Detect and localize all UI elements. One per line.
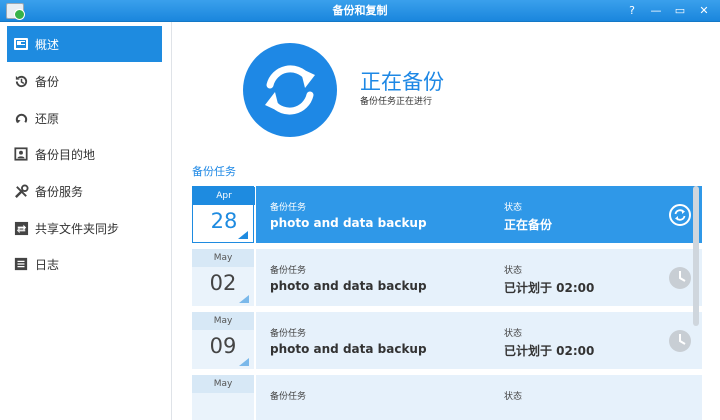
date-badge: May (192, 375, 254, 420)
window-controls: ? — ▭ ✕ (622, 0, 714, 22)
sidebar-item-label: 共享文件夹同步 (35, 221, 120, 236)
clock-icon (669, 267, 691, 289)
task-row[interactable]: May 09 备份任务 photo and data backup 状态 已计划… (192, 312, 702, 369)
sidebar-item-label: 日志 (35, 257, 60, 272)
sidebar-item-destination[interactable]: 备份目的地 (7, 136, 162, 172)
date-month: May (192, 375, 254, 393)
date-day: 02 (209, 271, 237, 295)
task-row[interactable]: May 备份任务 状态 (192, 375, 702, 420)
task-name: photo and data backup (270, 342, 427, 356)
task-list: Apr 28 备份任务 photo and data backup 状态 正在备… (192, 186, 702, 420)
tools-icon (13, 183, 29, 199)
date-month: May (192, 249, 254, 267)
sidebar-item-folder-sync[interactable]: 共享文件夹同步 (7, 210, 162, 246)
date-badge: May 09 (192, 312, 254, 369)
clock-history-icon (13, 73, 29, 89)
task-row-body: 备份任务 photo and data backup 状态 已计划于 02:00 (256, 312, 702, 369)
sync-icon (243, 43, 337, 137)
date-badge: May 02 (192, 249, 254, 306)
date-badge: Apr 28 (192, 186, 255, 243)
task-name: photo and data backup (270, 279, 427, 293)
window-title: 备份和复制 (332, 4, 388, 17)
sidebar-item-log[interactable]: 日志 (7, 246, 162, 282)
date-day: 28 (210, 209, 238, 233)
task-row[interactable]: May 02 备份任务 photo and data backup 状态 已计划… (192, 249, 702, 306)
status-label: 状态 (504, 266, 523, 276)
sidebar-item-label: 备份目的地 (35, 147, 96, 162)
destination-icon (13, 146, 29, 162)
close-button[interactable]: ✕ (694, 2, 714, 20)
sidebar-item-label: 备份 (35, 74, 60, 89)
date-month: May (192, 312, 254, 330)
status-value: 已计划于 02:00 (504, 281, 595, 295)
task-label: 备份任务 (270, 329, 307, 339)
sidebar-item-restore[interactable]: 还原 (7, 100, 162, 136)
task-label: 备份任务 (270, 266, 307, 276)
date-month: Apr (193, 187, 255, 205)
task-row-body: 备份任务 状态 (256, 375, 702, 420)
sidebar-item-overview[interactable]: 概述 (7, 26, 162, 62)
section-title: 备份任务 (192, 165, 236, 178)
sidebar-item-backup[interactable]: 备份 (7, 63, 162, 99)
scrollbar[interactable] (693, 186, 699, 326)
status-subtitle: 备份任务正在进行 (360, 97, 433, 107)
sidebar: 概述 备份 还原 备份目的地 备份服务 共享文件夹同步 日志 (0, 22, 172, 420)
task-row-body: 备份任务 photo and data backup 状态 正在备份 (256, 186, 702, 243)
minimize-button[interactable]: — (646, 2, 666, 20)
task-row-body: 备份任务 photo and data backup 状态 已计划于 02:00 (256, 249, 702, 306)
task-row[interactable]: Apr 28 备份任务 photo and data backup 状态 正在备… (192, 186, 702, 243)
sync-icon (669, 204, 691, 226)
status-label: 状态 (504, 392, 523, 402)
sidebar-item-services[interactable]: 备份服务 (7, 173, 162, 209)
clock-icon (669, 330, 691, 352)
sidebar-item-label: 备份服务 (35, 184, 84, 199)
sidebar-item-label: 还原 (35, 111, 60, 126)
status-value: 已计划于 02:00 (504, 344, 595, 358)
status-label: 状态 (504, 329, 523, 339)
overview-icon (13, 36, 29, 52)
main-panel: 正在备份 备份任务正在进行 备份任务 Apr 28 备份任务 photo and… (173, 22, 720, 420)
task-label: 备份任务 (270, 203, 307, 213)
task-name: photo and data backup (270, 216, 427, 230)
log-icon (13, 256, 29, 272)
status-label: 状态 (504, 203, 523, 213)
title-bar: 备份和复制 ? — ▭ ✕ (0, 0, 720, 22)
task-label: 备份任务 (270, 392, 307, 402)
date-day: 09 (209, 334, 237, 358)
sidebar-item-label: 概述 (35, 37, 60, 52)
restore-icon (13, 110, 29, 126)
status-title: 正在备份 (360, 70, 444, 94)
maximize-button[interactable]: ▭ (670, 2, 690, 20)
help-button[interactable]: ? (622, 2, 642, 20)
sync-folder-icon (13, 220, 29, 236)
status-value: 正在备份 (504, 218, 553, 232)
